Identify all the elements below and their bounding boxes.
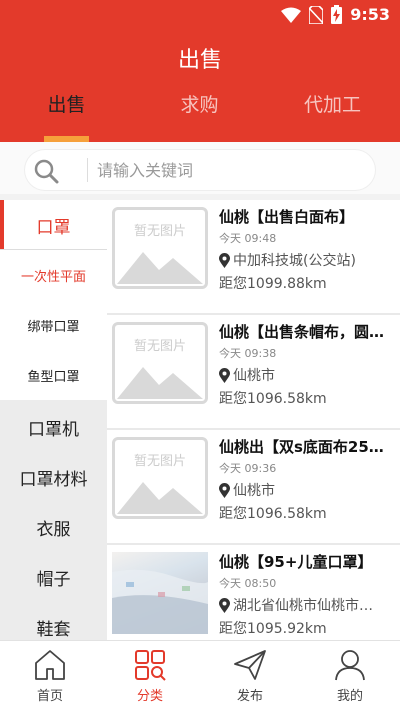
sidebar-item-label: 衣服	[36, 519, 71, 540]
listing-location-text: 中加科技城(公交站)	[233, 253, 356, 269]
listing-time: 今天 09:38	[219, 347, 277, 360]
status-bar: 9:53	[0, 0, 400, 32]
sidebar-item-hats[interactable]: 帽子	[0, 552, 107, 602]
sidebar-item-label: 口罩	[36, 217, 71, 238]
profile-icon	[335, 650, 365, 681]
nav-home[interactable]: 首页	[0, 641, 100, 711]
tab-processing[interactable]: 代加工	[266, 90, 399, 117]
nav-label: 我的	[336, 689, 363, 704]
listing-time: 今天 09:36	[219, 462, 277, 475]
sidebar-item-label: 一次性平面	[20, 269, 86, 285]
product-photo-image	[112, 569, 208, 634]
location-pin-icon	[219, 252, 230, 268]
listing-location: 湖北省仙桃市仙桃市…	[219, 595, 395, 615]
listing-location: 仙桃市	[219, 365, 395, 385]
tab-sell[interactable]: 出售	[0, 90, 133, 117]
no-image-label: 暂无图片	[133, 339, 186, 354]
category-sidebar: 口罩 一次性平面 绑带口罩 鱼型口罩 口罩机 口罩材料 衣服 帽子 鞋套	[0, 200, 107, 640]
active-indicator	[0, 200, 4, 250]
location-pin-icon	[219, 482, 230, 498]
location-pin-icon	[219, 367, 230, 383]
search-icon[interactable]	[33, 158, 59, 184]
listing-distance: 距您1099.88km	[219, 276, 327, 292]
nav-category[interactable]: 分类	[100, 641, 200, 711]
listing-location-text: 仙桃市	[233, 483, 275, 499]
listing-image-placeholder: 暂无图片	[112, 207, 208, 289]
nav-label: 分类	[136, 689, 163, 704]
sidebar-item-mask-machine[interactable]: 口罩机	[0, 402, 107, 452]
search-input[interactable]	[97, 150, 367, 190]
listing-card[interactable]: 仙桃【95+儿童口罩】 今天 08:50 湖北省仙桃市仙桃市… 距您1095.9…	[107, 545, 400, 640]
listing-title: 仙桃【95+儿童口罩】	[219, 553, 373, 571]
bottom-nav: 首页 分类 发布 我的	[0, 640, 400, 711]
listing-image-placeholder: 暂无图片	[112, 437, 208, 519]
sidebar-item-mask[interactable]: 口罩	[0, 200, 107, 250]
status-time: 9:53	[350, 5, 390, 24]
search-box[interactable]	[25, 150, 375, 190]
no-image-label: 暂无图片	[133, 224, 186, 239]
image-placeholder-icon	[117, 367, 203, 399]
send-icon	[234, 650, 266, 680]
listing-distance: 距您1096.58km	[219, 391, 327, 407]
location-pin-icon	[219, 597, 230, 613]
listing-photo	[112, 552, 208, 634]
listing-location: 中加科技城(公交站)	[219, 250, 395, 270]
listing-card[interactable]: 暂无图片 仙桃出【双s底面布25… 今天 09:36 仙桃市 距您1096.58…	[107, 430, 400, 545]
page-title: 出售	[177, 48, 222, 73]
sidebar-item-label: 帽子	[36, 569, 71, 590]
listing-location-text: 仙桃市	[233, 368, 275, 384]
sidebar-item-mask-material[interactable]: 口罩材料	[0, 452, 107, 502]
sidebar-item-strap-mask[interactable]: 绑带口罩	[0, 300, 107, 350]
wifi-icon	[281, 7, 302, 23]
listing-distance: 距您1096.58km	[219, 506, 327, 522]
nav-publish[interactable]: 发布	[200, 641, 300, 711]
no-image-label: 暂无图片	[133, 454, 186, 469]
listing-time: 今天 09:48	[219, 232, 277, 245]
nav-label: 发布	[236, 689, 263, 704]
listing-image-placeholder: 暂无图片	[112, 322, 208, 404]
sidebar-item-label: 绑带口罩	[27, 319, 80, 335]
sidebar-item-clothes[interactable]: 衣服	[0, 502, 107, 552]
listing-card[interactable]: 暂无图片 仙桃【出售白面布】 今天 09:48 中加科技城(公交站) 距您109…	[107, 200, 400, 315]
listing-title: 仙桃【出售白面布】	[219, 208, 355, 226]
battery-charging-icon	[331, 5, 343, 24]
nav-mine[interactable]: 我的	[300, 641, 400, 711]
listing-distance: 距您1095.92km	[219, 621, 327, 637]
category-icon	[135, 650, 166, 681]
nav-label: 首页	[36, 689, 63, 704]
tab-bar: 出售 求购 代加工	[0, 90, 400, 142]
no-sim-icon	[309, 5, 324, 24]
image-placeholder-icon	[117, 482, 203, 514]
listing-list: 暂无图片 仙桃【出售白面布】 今天 09:48 中加科技城(公交站) 距您109…	[107, 200, 400, 640]
app-header: 出售 出售 求购 代加工	[0, 32, 400, 142]
listing-card[interactable]: 暂无图片 仙桃【出售条帽布，圆… 今天 09:38 仙桃市 距您1096.58k…	[107, 315, 400, 430]
listing-location: 仙桃市	[219, 480, 395, 500]
listing-title: 仙桃【出售条帽布，圆…	[219, 323, 385, 341]
sidebar-item-disposable-flat[interactable]: 一次性平面	[0, 250, 107, 300]
listing-title: 仙桃出【双s底面布25…	[219, 438, 384, 456]
sidebar-item-fish-mask[interactable]: 鱼型口罩	[0, 350, 107, 400]
image-placeholder-icon	[117, 252, 203, 284]
sidebar-item-label: 口罩机	[28, 419, 79, 440]
sidebar-item-label: 鱼型口罩	[27, 369, 80, 385]
search-area	[0, 142, 400, 194]
listing-location-text: 湖北省仙桃市仙桃市…	[233, 598, 373, 614]
sidebar-item-shoe-covers[interactable]: 鞋套	[0, 602, 107, 640]
sidebar-item-label: 口罩材料	[19, 469, 88, 490]
search-divider	[87, 158, 88, 182]
listing-time: 今天 08:50	[219, 577, 277, 590]
home-icon	[35, 650, 65, 680]
tab-buy[interactable]: 求购	[133, 90, 266, 117]
sidebar-item-label: 鞋套	[36, 619, 71, 640]
